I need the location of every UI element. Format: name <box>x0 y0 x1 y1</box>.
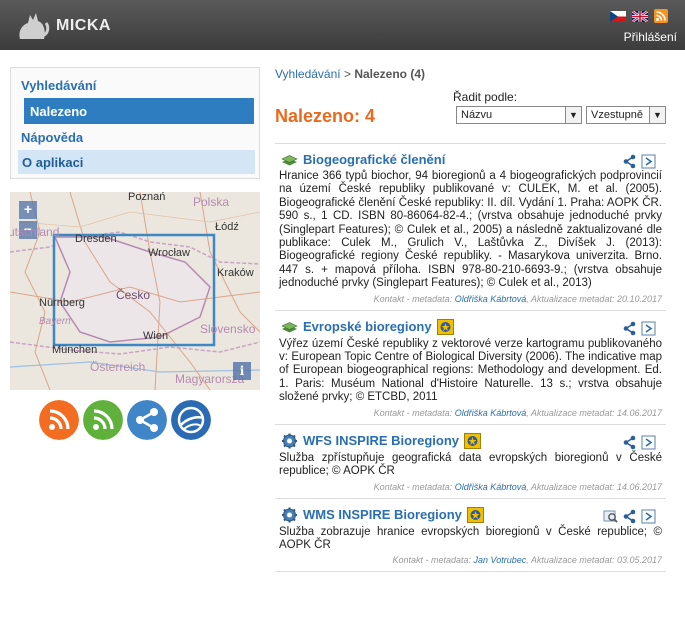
map-label-deutschland: utschland <box>10 225 60 239</box>
open-detail-icon[interactable] <box>641 509 656 524</box>
metadata-prefix: Kontakt - metadata: <box>373 481 453 492</box>
map-label-munchen: München <box>52 344 98 356</box>
result-title-row: Biogeografické členění <box>281 152 662 167</box>
overview-map[interactable]: + − Poznań Polska Dresden Wrocław Łódź u… <box>10 192 260 390</box>
breadcrumb-search-link[interactable]: Vyhledávání <box>275 67 341 81</box>
map-label-wroclaw: Wrocław <box>148 247 190 259</box>
map-label-dresden: Dresden <box>75 233 117 245</box>
share-icon[interactable] <box>622 509 637 524</box>
sort-by-select[interactable]: Názvu ▼ <box>456 106 582 124</box>
app-title[interactable]: MICKA <box>56 17 111 35</box>
metadata-contact-link[interactable]: Oldřiška Kábrtová <box>455 294 527 304</box>
result-title-row: Evropské bioregiony <box>281 318 662 335</box>
map-label-wien: Wien <box>143 330 169 342</box>
result-title-row: WFS INSPIRE Bioregiony <box>281 432 662 449</box>
dataset-layers-icon <box>281 321 298 333</box>
nav-item-found[interactable]: Nalezeno <box>24 98 254 124</box>
nav-item-search[interactable]: Vyhledávání <box>21 78 96 93</box>
result-abstract: Výřez území České republiky z vektorové … <box>279 337 662 404</box>
result-item: Evropské bioregiony Výřez území České re… <box>275 311 666 425</box>
service-gear-icon <box>282 507 297 522</box>
map-label-poznan: Poznań <box>128 192 166 203</box>
open-detail-icon[interactable] <box>641 321 656 336</box>
result-actions <box>622 154 656 169</box>
result-metadata: Kontakt - metadata: Oldřiška Kábrtová, A… <box>279 482 662 494</box>
inspire-badge-icon <box>466 506 484 523</box>
metadata-prefix: Kontakt - metadata: <box>373 407 453 418</box>
map-label-nurnberg: Nürnberg <box>39 297 85 309</box>
metadata-updated: , Aktualizace metadat: 20.10.2017 <box>526 293 662 304</box>
dataset-layers-icon <box>281 154 298 165</box>
chevron-down-icon: ▼ <box>565 107 581 123</box>
open-detail-icon[interactable] <box>641 435 656 450</box>
side-navigation: Vyhledávání Nalezeno Nápověda O aplikaci <box>10 67 260 179</box>
result-abstract: Služba zobrazuje hranice evropských bior… <box>279 525 662 551</box>
inspire-badge-icon <box>464 432 482 449</box>
app-header: MICKA Přihlášení <box>0 0 685 50</box>
result-actions <box>622 435 656 450</box>
share-icon[interactable] <box>622 154 637 169</box>
language-switcher <box>610 9 668 23</box>
breadcrumb: Vyhledávání > Nalezeno (4) <box>275 67 425 81</box>
metadata-prefix: Kontakt - metadata: <box>392 555 472 566</box>
rss-icon[interactable] <box>654 9 668 23</box>
nav-item-about[interactable]: O aplikaci <box>18 150 255 174</box>
result-title-link[interactable]: Biogeografické členění <box>303 152 445 167</box>
cz-flag-icon[interactable] <box>610 10 626 22</box>
result-metadata: Kontakt - metadata: Oldřiška Kábrtová, A… <box>279 294 662 306</box>
cat-logo-icon[interactable] <box>16 9 50 41</box>
results-count-title: Nalezeno: 4 <box>275 106 376 126</box>
metadata-prefix: Kontakt - metadata: <box>373 293 453 304</box>
metadata-contact-link[interactable]: Oldřiška Kábrtová <box>455 482 527 492</box>
metadata-contact-link[interactable]: Oldřiška Kábrtová <box>455 408 527 418</box>
google-earth-icon[interactable] <box>171 400 211 440</box>
share-icon[interactable] <box>622 435 637 450</box>
inspire-badge-icon <box>436 318 454 335</box>
map-label-krakow: Kraków <box>217 267 254 279</box>
map-info-button[interactable]: i <box>233 362 251 380</box>
sort-label: Řadit podle: <box>453 90 518 104</box>
sort-order-value: Vzestupně <box>591 109 643 121</box>
result-item: WFS INSPIRE Bioregiony Služba zpřístupňu… <box>275 425 666 499</box>
map-preview-icon[interactable] <box>603 509 618 524</box>
metadata-updated: , Aktualizace metadat: 14.06.2017 <box>526 481 662 492</box>
result-abstract: Hranice 366 typů biochor, 94 bioregionů … <box>279 170 662 290</box>
nav-item-help[interactable]: Nápověda <box>21 130 83 145</box>
map-label-cesko: Česko <box>116 288 151 302</box>
share-icon[interactable] <box>127 400 167 440</box>
result-item: Biogeografické členění Hranice 366 typů … <box>275 144 666 311</box>
share-toolbar <box>39 400 211 440</box>
service-gear-icon <box>282 433 297 449</box>
metadata-updated: , Aktualizace metadat: 14.06.2017 <box>526 407 662 418</box>
result-title-link[interactable]: WFS INSPIRE Bioregiony <box>303 433 459 448</box>
share-icon[interactable] <box>622 321 637 336</box>
map-label-bayern: Bayern <box>39 316 71 327</box>
en-flag-icon[interactable] <box>632 10 648 22</box>
zoom-in-button[interactable]: + <box>19 201 37 219</box>
rss-feed-icon[interactable] <box>39 400 79 440</box>
open-detail-icon[interactable] <box>641 154 656 169</box>
map-label-polska: Polska <box>193 195 230 209</box>
map-label-slovensko: Slovensko <box>200 322 256 336</box>
result-metadata: Kontakt - metadata: Oldřiška Kábrtová, A… <box>279 408 662 420</box>
map-label-lodz: Łódź <box>215 221 239 233</box>
login-link[interactable]: Přihlášení <box>624 30 677 44</box>
metadata-updated: , Aktualizace metadat: 03.05.2017 <box>526 555 662 566</box>
result-title-link[interactable]: WMS INSPIRE Bioregiony <box>303 507 462 522</box>
map-label-osterreich: Österreich <box>90 360 146 374</box>
result-metadata: Kontakt - metadata: Jan Votrubec, Aktual… <box>279 555 662 567</box>
breadcrumb-current: Nalezeno (4) <box>354 67 425 81</box>
result-title-link[interactable]: Evropské bioregiony <box>303 319 432 334</box>
results-list: Biogeografické členění Hranice 366 typů … <box>275 143 666 573</box>
result-actions <box>622 321 656 336</box>
sort-by-value: Názvu <box>461 109 493 121</box>
result-item: WMS INSPIRE Bioregiony Služba zobrazuje … <box>275 499 666 573</box>
metadata-contact-link[interactable]: Jan Votrubec <box>474 555 527 565</box>
sort-order-select[interactable]: Vzestupně ▼ <box>586 106 666 124</box>
chevron-down-icon: ▼ <box>649 107 665 123</box>
rss-alt-icon[interactable] <box>83 400 123 440</box>
breadcrumb-separator: > <box>343 67 351 81</box>
result-abstract: Služba zpřístupňuje geografická data evr… <box>279 451 662 478</box>
result-actions <box>603 509 656 524</box>
